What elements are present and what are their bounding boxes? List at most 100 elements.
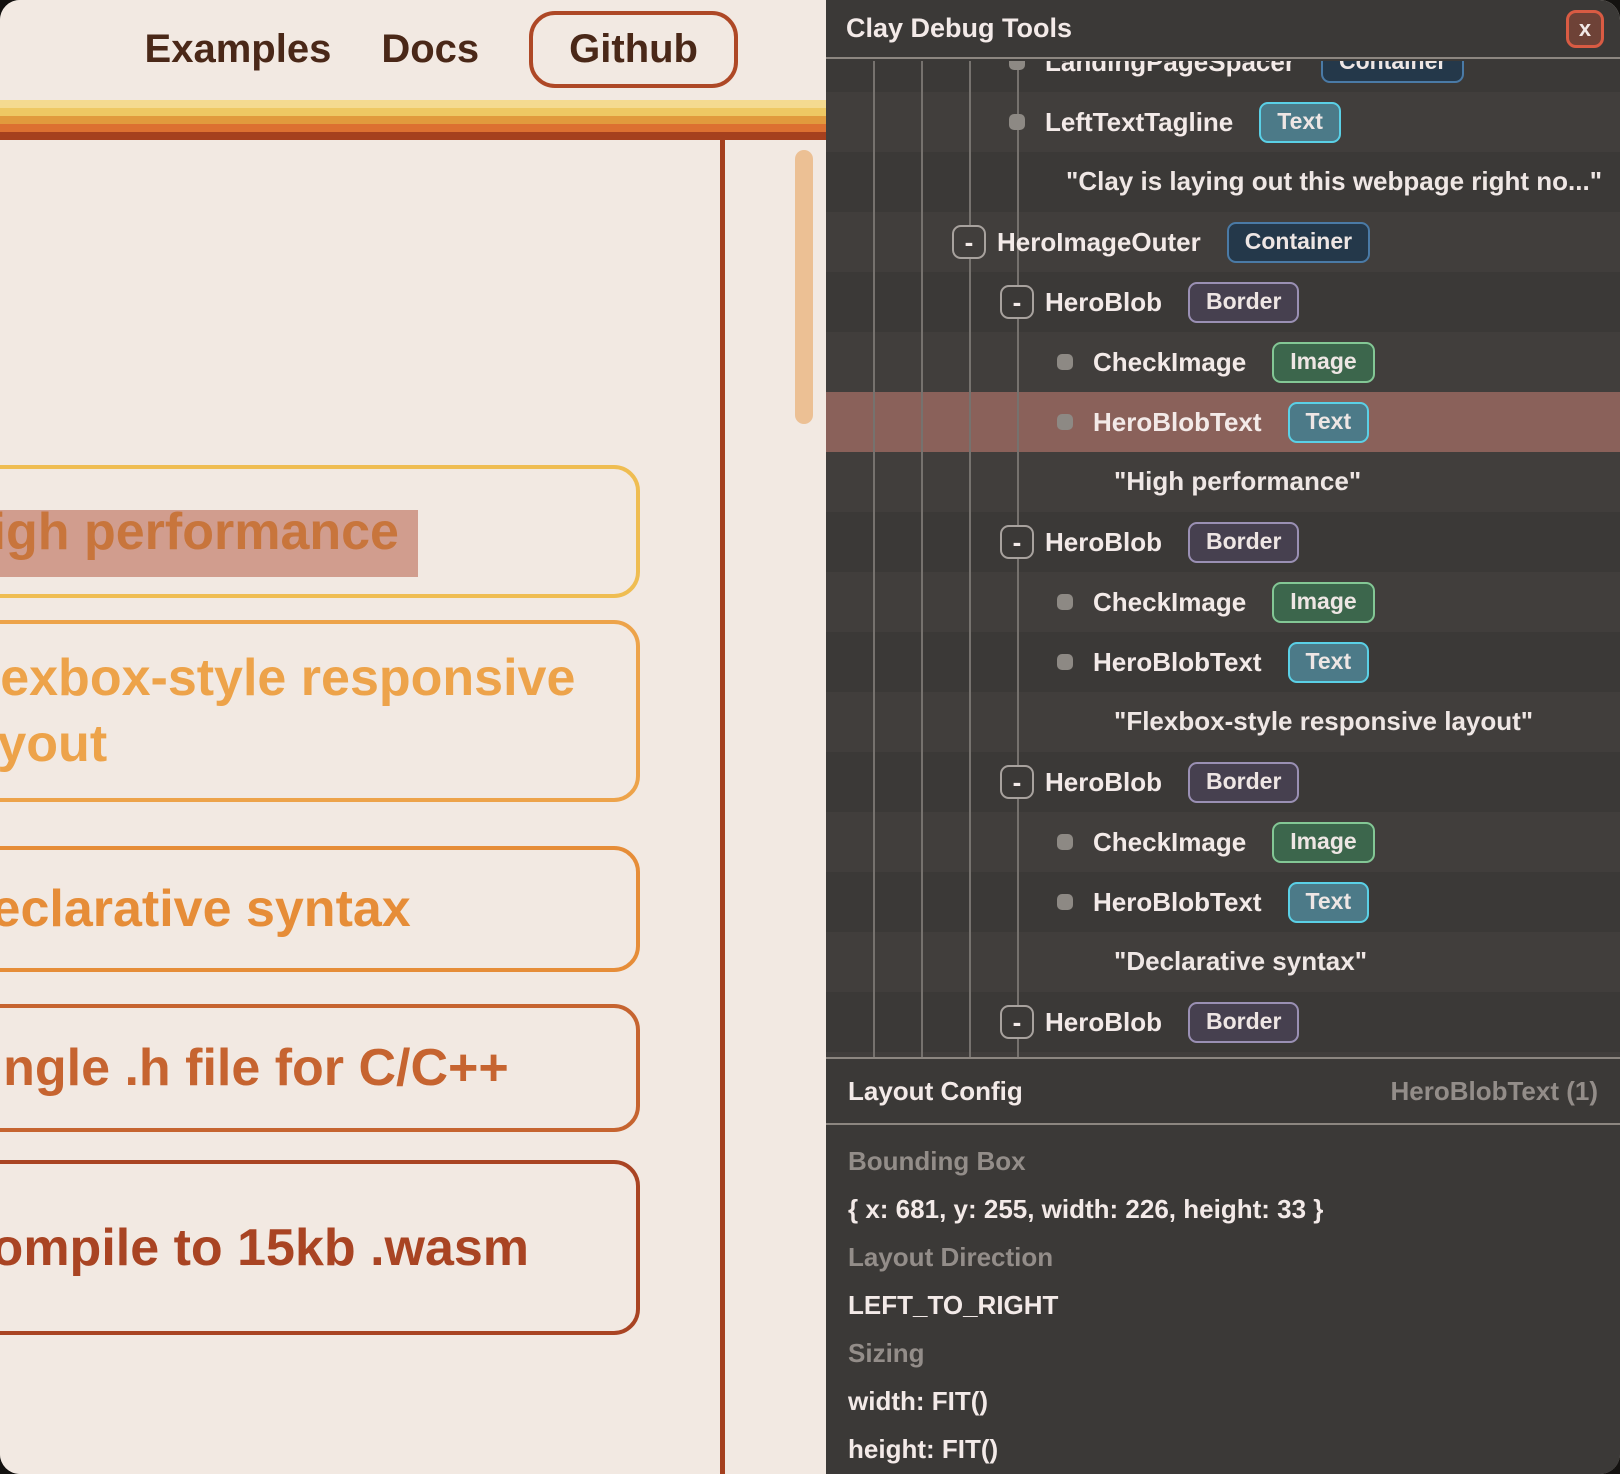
layout-config-section: Layout Config HeroBlobText (1) Bounding … [826, 1057, 1620, 1474]
element-type-badge: Border [1188, 282, 1299, 323]
tree-element-row[interactable]: -HeroBlob Border [826, 992, 1620, 1052]
tree-element-row[interactable]: CheckImage Image [826, 812, 1620, 872]
debug-selection-highlight [0, 510, 418, 577]
element-name: CheckImage [1093, 827, 1246, 858]
stripe [0, 116, 826, 124]
collapse-button[interactable]: - [952, 225, 986, 259]
tree-element-row[interactable]: CheckImage Image [826, 572, 1620, 632]
element-type-badge: Text [1288, 402, 1370, 443]
debug-panel-title: Clay Debug Tools [846, 13, 1072, 44]
indent-guide [1017, 61, 1019, 1057]
config-value: { x: 681, y: 255, width: 226, height: 33… [848, 1185, 1598, 1233]
element-name: HeroBlobText [1093, 407, 1262, 438]
collapse-button[interactable]: - [1000, 765, 1034, 799]
element-type-badge: Text [1259, 102, 1341, 143]
layout-config-header: Layout Config HeroBlobText (1) [826, 1059, 1620, 1125]
config-value: height: FIT() [848, 1425, 1598, 1473]
tree-element-row[interactable]: -HeroImageOuter Container [826, 212, 1620, 272]
element-name: HeroBlobText [1093, 887, 1262, 918]
element-type-badge: Image [1272, 342, 1374, 383]
nav-link-docs[interactable]: Docs [381, 27, 479, 72]
config-value: LEFT_TO_RIGHT [848, 1281, 1598, 1329]
element-type-badge: Image [1272, 822, 1374, 863]
feature-card-declarative: Declarative syntax [0, 846, 640, 972]
tree-element-row[interactable]: HeroBlobText Text [826, 872, 1620, 932]
element-type-badge: Border [1188, 1002, 1299, 1043]
indent-guide [873, 61, 875, 1057]
config-value: width: FIT() [848, 1377, 1598, 1425]
element-type-badge: Border [1188, 762, 1299, 803]
tree-element-row[interactable]: -HeroBlob Border [826, 752, 1620, 812]
feature-card-wasm: Compile to 15kb .wasm [0, 1160, 640, 1335]
text-content: "Clay is laying out this webpage right n… [1066, 166, 1602, 197]
tree-element-row[interactable]: CheckImageImage [826, 332, 1620, 392]
element-tree: LandingPageSpacer Container LeftTextTaglin… [826, 61, 1620, 1057]
tree-text-row: "Flexbox-style responsive layout" [826, 692, 1620, 752]
text-content: "Flexbox-style responsive layout" [1114, 706, 1533, 737]
feature-card-flexbox: Flexbox-style responsive layout [0, 620, 640, 802]
tree-text-row: "Clay is laying out this webpage right n… [826, 152, 1620, 212]
text-content: "High performance" [1114, 466, 1361, 497]
element-type-badge: Image [1272, 582, 1374, 623]
collapse-button[interactable]: - [1000, 525, 1034, 559]
bullet-icon [1057, 354, 1073, 370]
config-label: Sizing [848, 1329, 1598, 1377]
tree-element-row[interactable]: -HeroBlob Border [826, 272, 1620, 332]
page-scrollbar-thumb[interactable] [795, 150, 813, 424]
stripe [0, 132, 826, 140]
column-divider [720, 140, 725, 1474]
text-content: "Declarative syntax" [1114, 946, 1367, 977]
feature-label: Single .h file for C/C++ [0, 1035, 509, 1101]
tree-element-row[interactable]: LeftTextTagline Text [826, 92, 1620, 152]
feature-label: Flexbox-style responsive layout [0, 645, 614, 777]
element-name: HeroBlobText [1093, 647, 1262, 678]
collapse-button[interactable]: - [1000, 1005, 1034, 1039]
config-label: Layout Direction [848, 1233, 1598, 1281]
stripe [0, 108, 826, 116]
bullet-icon [1009, 61, 1025, 70]
nav-link-examples[interactable]: Examples [145, 27, 332, 72]
bullet-icon [1057, 654, 1073, 670]
app-window: Examples Docs Github High performance Fl… [0, 0, 1620, 1474]
stripe [0, 100, 826, 108]
element-type-badge: Text [1288, 882, 1370, 923]
bullet-icon [1009, 114, 1025, 130]
element-type-badge: Text [1288, 642, 1370, 683]
element-name: CheckImage [1093, 587, 1246, 618]
feature-label: Declarative syntax [0, 876, 411, 942]
bullet-icon [1057, 834, 1073, 850]
element-type-badge: Container [1227, 222, 1370, 263]
layout-config-body: Bounding Box{ x: 681, y: 255, width: 226… [826, 1125, 1620, 1474]
debug-panel-header: Clay Debug Tools x [826, 0, 1620, 59]
close-icon[interactable]: x [1566, 10, 1604, 48]
site-nav: Examples Docs Github [0, 0, 826, 98]
bullet-icon [1057, 894, 1073, 910]
tree-element-row[interactable]: HeroBlobText Text [826, 632, 1620, 692]
indent-guide [921, 61, 923, 1057]
config-label: Bounding Box [848, 1137, 1598, 1185]
clay-website: Examples Docs Github High performance Fl… [0, 0, 826, 1474]
tree-element-row[interactable]: HeroBlobText Text [826, 392, 1620, 452]
bullet-icon [1057, 594, 1073, 610]
indent-guide [969, 61, 971, 1057]
element-type-badge: Container [1321, 61, 1464, 83]
element-name: HeroImageOuter [997, 227, 1201, 258]
collapse-button[interactable]: - [1000, 285, 1034, 319]
layout-config-title: Layout Config [848, 1076, 1023, 1107]
clay-debug-panel: Clay Debug Tools x LandingPageSpacer Cont… [826, 0, 1620, 1474]
selected-element-label: HeroBlobText (1) [1390, 1076, 1598, 1107]
feature-card-single-header: Single .h file for C/C++ [0, 1004, 640, 1132]
bullet-icon [1057, 414, 1073, 430]
element-name: LandingPageSpacer [1045, 61, 1295, 78]
element-name: HeroBlob [1045, 287, 1162, 318]
tree-element-row[interactable]: LandingPageSpacer Container [826, 61, 1620, 92]
tree-element-row[interactable]: -HeroBlobBorder [826, 512, 1620, 572]
tree-text-row: "Declarative syntax" [826, 932, 1620, 992]
element-name: LeftTextTagline [1045, 107, 1233, 138]
github-button[interactable]: Github [529, 11, 738, 88]
element-name: HeroBlob [1045, 767, 1162, 798]
element-name: HeroBlob [1045, 1007, 1162, 1038]
rainbow-stripes [0, 100, 826, 140]
feature-label: Compile to 15kb .wasm [0, 1215, 529, 1281]
stripe [0, 124, 826, 132]
